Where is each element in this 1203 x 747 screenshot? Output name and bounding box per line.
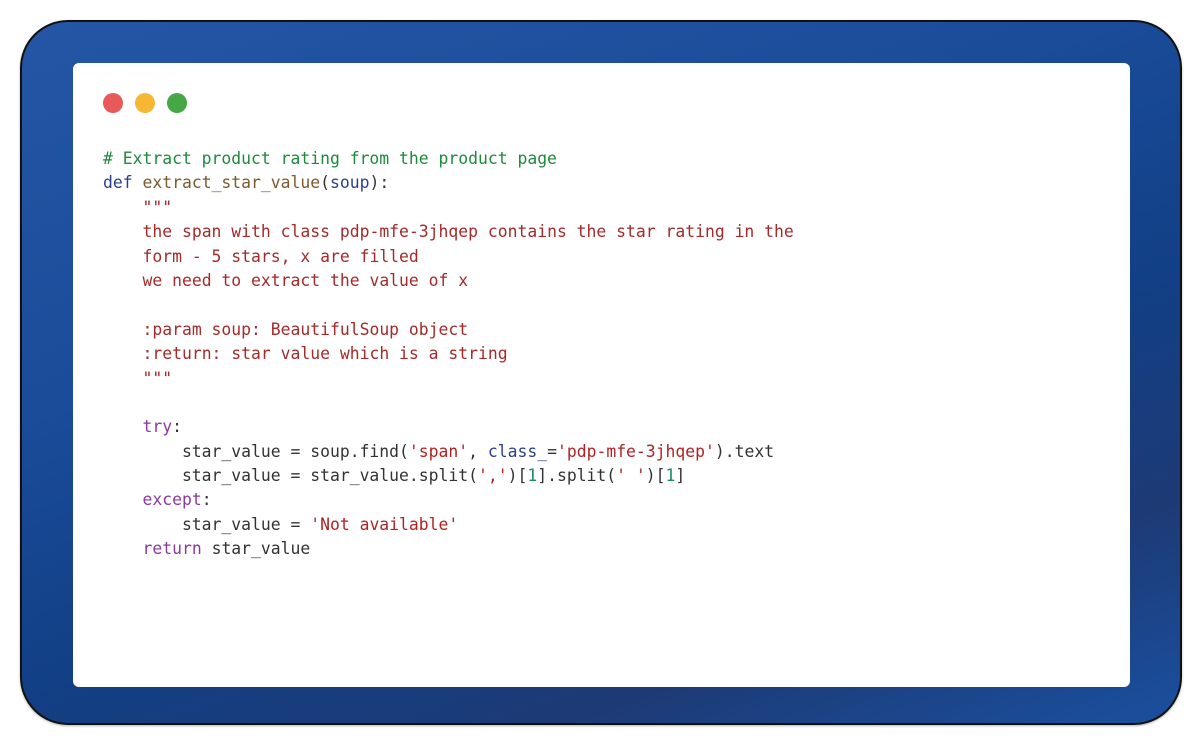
code-window: # Extract product rating from the produc… [73, 63, 1130, 687]
code-line: """ [103, 367, 794, 391]
code-token-string: 'Not available' [310, 514, 459, 534]
window-controls [103, 93, 187, 113]
code-token-number: 1 [665, 466, 676, 486]
code-token-param: class_ [487, 441, 548, 461]
code-line: form - 5 stars, x are filled [103, 245, 794, 269]
code-token-string: ' ' [616, 466, 646, 486]
code-token-string: 'pdp-mfe-3jhqep' [556, 441, 715, 461]
code-token-param: soup [329, 173, 370, 193]
code-token-plain: star_value [201, 539, 311, 559]
code-line: # Extract product rating from the produc… [103, 147, 794, 171]
code-line: :param soup: BeautifulSoup object [103, 318, 794, 342]
maximize-dot-icon [167, 93, 187, 113]
code-token-doc: the span with class pdp-mfe-3jhqep conta… [142, 222, 794, 242]
code-token-plain: ).text [714, 441, 775, 461]
code-token-string: 'span' [408, 441, 469, 461]
code-token-doc: :return: star value which is a string [142, 344, 508, 364]
code-token-keyword: def [103, 173, 133, 193]
code-token-doc: form - 5 stars, x are filled [142, 246, 419, 266]
code-line: return star_value [103, 537, 794, 561]
code-line: def extract_star_value(soup): [103, 171, 794, 195]
minimize-dot-icon [135, 93, 155, 113]
code-token-doc: we need to extract the value of x [142, 270, 469, 290]
code-token-plain: )[ [645, 466, 666, 486]
close-dot-icon [103, 93, 123, 113]
code-token-string: ',' [477, 466, 508, 486]
code-line: the span with class pdp-mfe-3jhqep conta… [103, 220, 794, 244]
code-token-plain: star_value = star_value.split( [103, 466, 478, 486]
code-token-plain: ] [675, 466, 686, 486]
code-token-func: extract_star_value [142, 173, 321, 193]
code-token-plain: : [201, 490, 212, 510]
code-token-doc: """ [142, 197, 173, 217]
code-line: star_value = soup.find('span', class_='p… [103, 440, 794, 464]
code-token-doc: :param soup: BeautifulSoup object [142, 319, 469, 339]
code-token-plain: , [468, 441, 488, 461]
code-token-doc: """ [142, 368, 173, 388]
code-line: star_value = 'Not available' [103, 513, 794, 537]
code-token-plain: star_value = soup.find( [103, 441, 409, 461]
code-line: except: [103, 488, 794, 512]
code-token-control: except [142, 490, 202, 510]
code-token-plain: ].split( [537, 466, 617, 486]
code-line: """ [103, 196, 794, 220]
code-token-plain: )[ [507, 466, 528, 486]
code-token-plain: = [547, 441, 557, 461]
code-token-control: return [142, 539, 202, 559]
code-token-plain: ): [369, 173, 390, 193]
code-token-control: try [142, 417, 173, 437]
code-line: star_value = star_value.split(',')[1].sp… [103, 464, 794, 488]
code-token-plain: : [172, 417, 182, 437]
code-block: # Extract product rating from the produc… [103, 147, 794, 562]
code-token-plain: ( [320, 173, 330, 193]
code-token-comment: # Extract product rating from the produc… [103, 149, 557, 168]
code-line: we need to extract the value of x [103, 269, 794, 293]
code-token-number: 1 [527, 466, 538, 486]
code-line: try: [103, 415, 794, 439]
code-token-plain: star_value = [103, 514, 311, 534]
code-line: :return: star value which is a string [103, 342, 794, 366]
